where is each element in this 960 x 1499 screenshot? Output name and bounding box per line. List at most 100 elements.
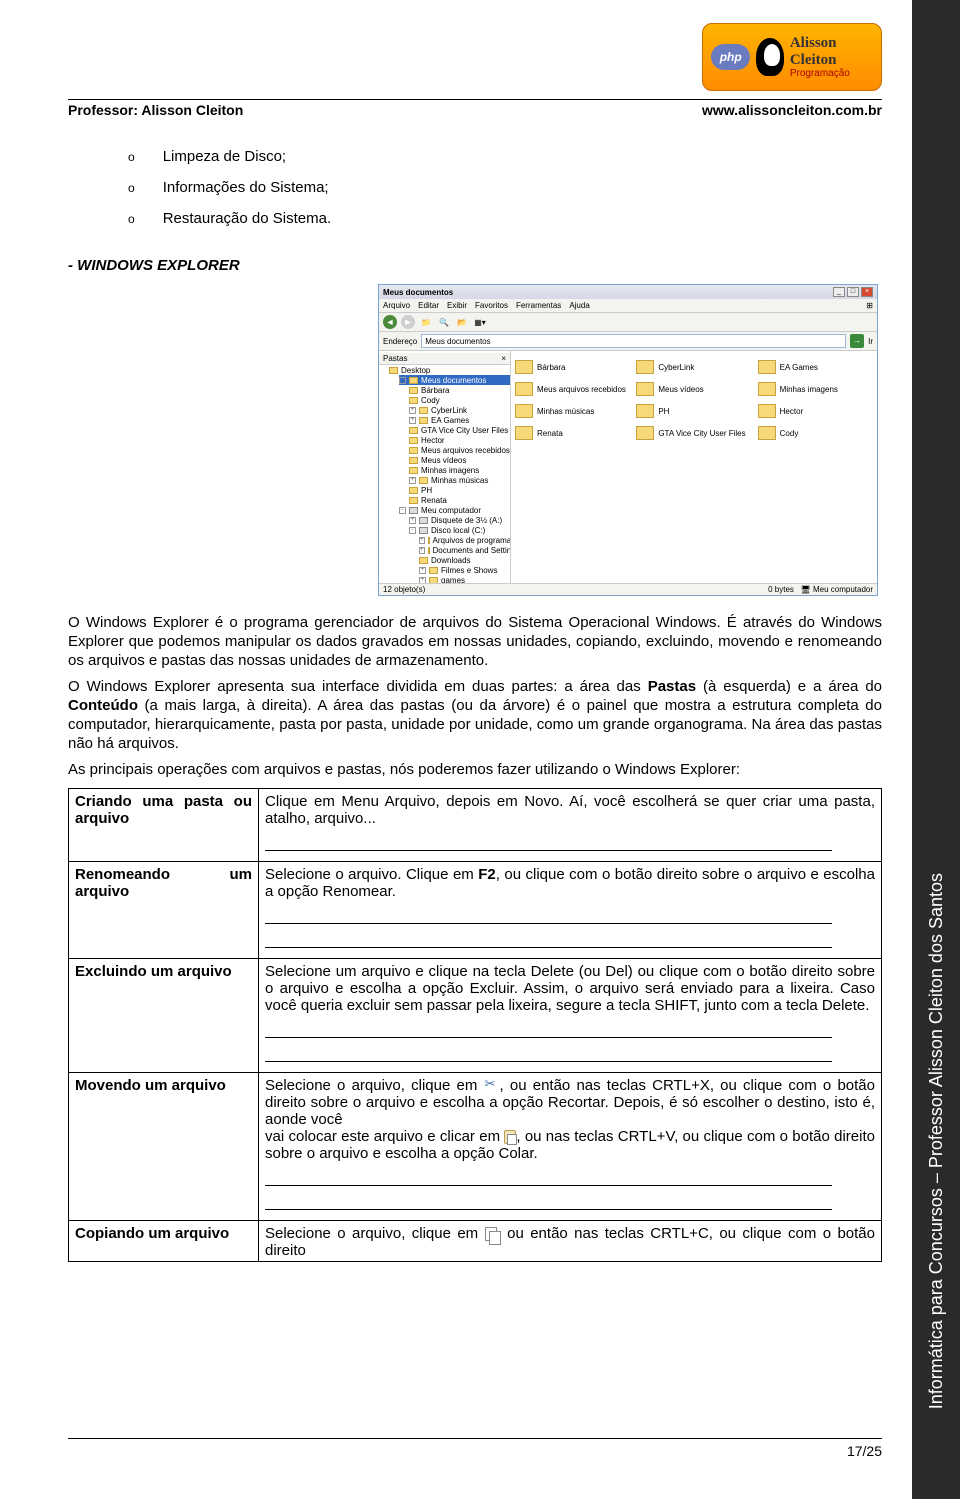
forward-button[interactable]: ► [401,315,415,329]
table-row: Copiando um arquivo Selecione o arquivo,… [69,1221,882,1262]
side-band-text: Informática para Concursos – Professor A… [926,873,947,1409]
folder-icon [419,477,428,484]
minimize-button[interactable]: _ [833,287,845,297]
tree-item[interactable]: Downloads [419,555,510,565]
tree-item[interactable]: -Disco local (C:) [409,525,510,535]
back-button[interactable]: ◄ [383,315,397,329]
folder-icon [428,537,430,544]
tree-item[interactable]: Bárbara [409,385,510,395]
floppy-icon [419,517,428,524]
tree-item[interactable]: +Minhas músicas [409,475,510,485]
folder-item[interactable]: Renata [515,423,630,443]
table-row: Renomeando um arquivo Selecione o arquiv… [69,862,882,959]
search-icon[interactable]: 🔍 [437,315,451,329]
op-desc: Clique em Menu Arquivo, depois em Novo. … [259,789,882,862]
tree-item[interactable]: +Documents and Settings [419,545,510,555]
tree-item[interactable]: Meus arquivos recebidos [409,445,510,455]
table-row: Criando uma pasta ou arquivo Clique em M… [69,789,882,862]
folder-item[interactable]: Hector [758,401,873,421]
tree-item[interactable]: Renata [409,495,510,505]
folder-icon [636,404,654,418]
tree-item[interactable]: Minhas imagens [409,465,510,475]
menu-exibir[interactable]: Exibir [447,301,467,310]
folder-icon [429,577,438,584]
tree-item[interactable]: +Disquete de 3½ (A:) [409,515,510,525]
tree-item[interactable]: -Meu computador [399,505,510,515]
folder-item[interactable]: Minhas imagens [758,379,873,399]
explorer-window: Meus documentos _ □ × Arquivo Editar Exi… [378,284,878,596]
status-location: Meu computador [813,585,873,594]
folder-item[interactable]: Cody [758,423,873,443]
up-folder-icon[interactable]: 📁 [419,315,433,329]
tree-item[interactable]: Desktop [389,365,510,375]
blank-line [265,1172,832,1186]
address-bar: Endereço Meus documentos → Ir [379,332,877,351]
table-row: Excluindo um arquivo Selecione um arquiv… [69,959,882,1073]
folder-item[interactable]: CyberLink [636,357,751,377]
menu-arquivo[interactable]: Arquivo [383,301,410,310]
close-button[interactable]: × [861,287,873,297]
bullet-item: Restauração do Sistema. [163,210,331,227]
logo-sub: Programação [790,68,873,79]
menu-ajuda[interactable]: Ajuda [569,301,589,310]
penguin-icon [756,38,783,76]
menu-favoritos[interactable]: Favoritos [475,301,508,310]
folder-icon [428,547,430,554]
tree-item[interactable]: Meus vídeos [409,455,510,465]
folder-icon [419,557,428,564]
tree-item-selected[interactable]: -Meus documentos [399,375,510,385]
menu-editar[interactable]: Editar [418,301,439,310]
tree-item[interactable]: GTA Vice City User Files [409,425,510,435]
folder-icon [515,382,533,396]
bullet-marker: o [128,212,135,226]
tree-close-icon[interactable]: × [501,354,506,363]
folder-icon [409,387,418,394]
folder-icon [409,447,418,454]
page-frame: php Alisson Cleiton Programação Professo… [0,0,912,1499]
tree-item[interactable]: +EA Games [409,415,510,425]
tree-item[interactable]: Cody [409,395,510,405]
table-row: Movendo um arquivo Selecione o arquivo, … [69,1073,882,1221]
body-text: O Windows Explorer é o programa gerencia… [68,614,882,780]
tree-item[interactable]: +Filmes e Shows [419,565,510,575]
window-title: Meus documentos [383,288,453,297]
folder-icon [429,567,438,574]
folder-icon [758,404,776,418]
go-button[interactable]: → [850,334,864,348]
folder-item[interactable]: GTA Vice City User Files [636,423,751,443]
folder-icon [515,360,533,374]
op-name: Movendo um arquivo [69,1073,259,1221]
address-value: Meus documentos [425,337,490,346]
op-desc: Selecione o arquivo. Clique em F2, ou cl… [259,862,882,959]
address-input[interactable]: Meus documentos [421,334,846,348]
status-size: 0 bytes [768,585,794,594]
folder-item[interactable]: EA Games [758,357,873,377]
folder-icon [409,437,418,444]
paragraph: O Windows Explorer é o programa gerencia… [68,614,882,670]
folder-icon [419,407,428,414]
folder-item[interactable]: Minhas músicas [515,401,630,421]
folders-icon[interactable]: 📂 [455,315,469,329]
menu-ferramentas[interactable]: Ferramentas [516,301,561,310]
folder-icon [758,426,776,440]
tree-item[interactable]: PH [409,485,510,495]
folder-item[interactable]: Meus arquivos recebidos [515,379,630,399]
folder-item[interactable]: PH [636,401,751,421]
statusbar: 12 objeto(s) 0 bytes 🖥 Meu computador [379,583,877,595]
folder-icon [389,367,398,374]
tree-item[interactable]: +Arquivos de programas [419,535,510,545]
logo-name: Alisson Cleiton [790,35,873,68]
tree-item[interactable]: +CyberLink [409,405,510,415]
paragraph: O Windows Explorer apresenta sua interfa… [68,678,882,753]
views-icon[interactable]: ▦▾ [473,315,487,329]
drive-icon [419,527,428,534]
tree-item[interactable]: Hector [409,435,510,445]
bullet-marker: o [128,150,135,164]
folder-icon [409,427,418,434]
folder-item[interactable]: Meus vídeos [636,379,751,399]
folder-icon [409,377,418,384]
folder-item[interactable]: Bárbara [515,357,630,377]
tree-item[interactable]: +games [419,575,510,583]
blank-line [265,1024,832,1038]
maximize-button[interactable]: □ [847,287,859,297]
